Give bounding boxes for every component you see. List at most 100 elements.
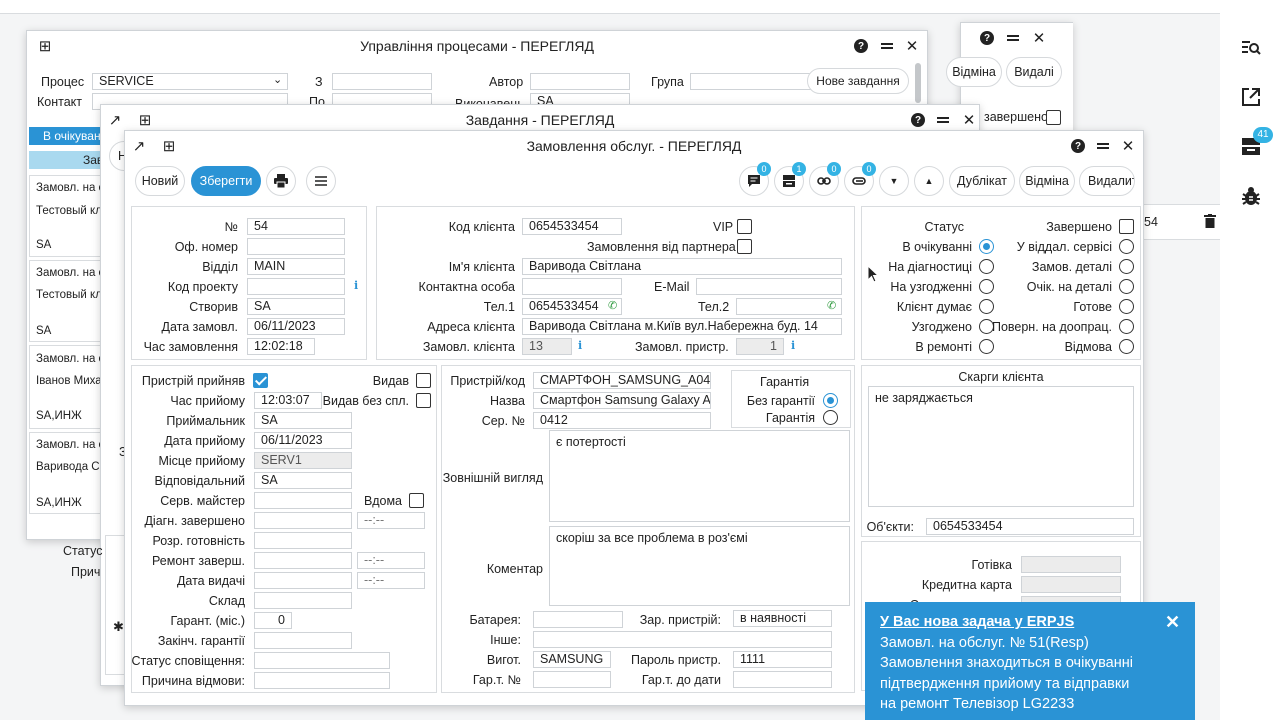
vip-checkbox[interactable]	[737, 219, 752, 234]
manufacturer-input[interactable]: SAMSUNG	[533, 651, 611, 668]
comment-textarea[interactable]: скоріш за все проблема в роз'ємі	[549, 526, 850, 606]
repair-done-time-input[interactable]: --:--	[357, 552, 425, 569]
warehouse-input[interactable]	[254, 592, 352, 609]
order-time-input[interactable]: 12:02:18	[247, 338, 315, 355]
list-item[interactable]: Замовл. на с Іванов Миха SA,ИНЖ	[29, 345, 105, 429]
off-number-input[interactable]	[247, 238, 345, 255]
close-icon[interactable]: ✕	[1165, 612, 1180, 633]
info-icon[interactable]: i	[354, 279, 358, 292]
notification-toast[interactable]: У Вас нова задача у ERPJS Замовл. на обс…	[865, 602, 1195, 720]
back-completed-checkbox[interactable]	[1046, 110, 1061, 125]
help-icon[interactable]: ?	[975, 23, 999, 53]
warranty-radio[interactable]	[823, 393, 838, 408]
battery-input[interactable]	[533, 611, 623, 628]
notify-status-input[interactable]	[254, 652, 390, 669]
status-radio[interactable]	[1119, 259, 1134, 274]
process-scrollbar[interactable]	[915, 63, 921, 103]
link-icon[interactable]: 0	[809, 162, 841, 196]
inbox-icon[interactable]: 1	[774, 162, 806, 196]
help-icon[interactable]: ?	[1066, 131, 1090, 161]
minimize-icon[interactable]	[1091, 131, 1115, 161]
appearance-textarea[interactable]: є потертості	[549, 430, 850, 522]
warranty-end-input[interactable]	[254, 632, 352, 649]
chevron-down-icon[interactable]: ▼	[879, 166, 909, 196]
warranty-date-input[interactable]	[733, 671, 832, 688]
info-icon[interactable]: i	[578, 339, 582, 352]
status-radio[interactable]	[1119, 299, 1134, 314]
back-cancel-button[interactable]: Відміна	[946, 57, 1002, 87]
status-radio[interactable]	[979, 279, 994, 294]
status-radio[interactable]	[1119, 339, 1134, 354]
chevron-up-icon[interactable]: ▲	[914, 166, 944, 196]
client-code-input[interactable]: 0654533454	[522, 218, 622, 235]
phone-icon[interactable]: ✆	[608, 299, 617, 312]
status-radio[interactable]	[1119, 279, 1134, 294]
completed-checkbox[interactable]	[1119, 219, 1134, 234]
status-radio[interactable]	[979, 299, 994, 314]
charger-input[interactable]: в наявності	[733, 610, 832, 627]
grid-icon[interactable]: ⊞	[33, 31, 57, 61]
status-radio[interactable]	[979, 239, 994, 254]
bug-icon[interactable]	[1240, 185, 1262, 207]
password-input[interactable]: 1111	[733, 651, 832, 668]
number-input[interactable]: 54	[247, 218, 345, 235]
help-icon[interactable]: ?	[849, 31, 873, 61]
new-button[interactable]: Новий	[135, 166, 185, 196]
attachment-icon[interactable]: 0	[844, 162, 876, 196]
receive-time-input[interactable]: 12:03:07	[254, 392, 322, 409]
serial-input[interactable]: 0412	[533, 412, 711, 429]
partner-order-checkbox[interactable]	[737, 239, 752, 254]
minimize-icon[interactable]	[875, 31, 899, 61]
contact-person-input[interactable]	[522, 278, 622, 295]
close-icon[interactable]: ✕	[1116, 131, 1140, 161]
diag-done-time-input[interactable]: --:--	[357, 512, 425, 529]
cancel-button[interactable]: Відміна	[1019, 166, 1075, 196]
status-radio[interactable]	[979, 339, 994, 354]
objects-input[interactable]: 0654533454	[926, 518, 1134, 535]
receive-date-input[interactable]: 06/11/2023	[254, 432, 352, 449]
other-input[interactable]	[533, 631, 832, 648]
duplicate-button[interactable]: Дублікат	[949, 166, 1015, 196]
comment-icon[interactable]: 0	[739, 162, 771, 196]
dept-input[interactable]: MAIN	[247, 258, 345, 275]
status-radio[interactable]	[979, 259, 994, 274]
diag-done-date-input[interactable]	[254, 512, 352, 529]
external-link-icon[interactable]	[1240, 86, 1262, 108]
warranty-no-input[interactable]	[533, 671, 611, 688]
group-input[interactable]	[690, 73, 818, 90]
repair-done-date-input[interactable]	[254, 552, 352, 569]
home-checkbox[interactable]	[409, 493, 424, 508]
issue-date-input[interactable]	[254, 572, 352, 589]
created-input[interactable]: SA	[247, 298, 345, 315]
tab-waiting[interactable]: В очікуванні	[29, 127, 109, 145]
view-nopay-checkbox[interactable]	[416, 393, 431, 408]
device-name-input[interactable]: Смартфон Samsung Galaxy A04e	[533, 392, 711, 409]
save-button[interactable]: Зберегти	[191, 166, 261, 196]
master-input[interactable]	[254, 492, 352, 509]
minimize-icon[interactable]	[1001, 23, 1025, 53]
list-item[interactable]: Замовл. на с Тестовый кл SA	[29, 175, 105, 257]
view-checkbox[interactable]	[416, 373, 431, 388]
search-list-icon[interactable]	[1240, 37, 1262, 59]
close-icon[interactable]: ✕	[1027, 23, 1051, 53]
client-name-input[interactable]: Варивода Світлана	[522, 258, 842, 275]
complaints-textarea[interactable]: не заряджається	[868, 386, 1134, 507]
new-task-button[interactable]: Нове завдання	[807, 68, 909, 94]
process-select[interactable]: SERVICE	[92, 73, 288, 90]
accepted-checkbox[interactable]	[253, 373, 268, 388]
delete-button[interactable]: Видалити	[1079, 166, 1135, 196]
project-input[interactable]	[247, 278, 345, 295]
toast-title[interactable]: У Вас нова задача у ERPJS	[880, 612, 1180, 633]
author-input[interactable]	[530, 73, 630, 90]
warranty-months-input[interactable]: 0	[254, 612, 292, 629]
receiver-input[interactable]: SA	[254, 412, 352, 429]
phone-icon[interactable]: ✆	[827, 299, 836, 312]
est-ready-input[interactable]	[254, 532, 352, 549]
list-item[interactable]: Замовл. на с Тестовый кл SA	[29, 260, 105, 342]
responsible-input[interactable]: SA	[254, 472, 352, 489]
issue-time-input[interactable]: --:--	[357, 572, 425, 589]
status-radio[interactable]	[1119, 319, 1134, 334]
back-delete-button[interactable]: Видалі	[1006, 57, 1062, 87]
order-date-input[interactable]: 06/11/2023	[247, 318, 345, 335]
tab-sub[interactable]: Зав	[29, 151, 109, 169]
